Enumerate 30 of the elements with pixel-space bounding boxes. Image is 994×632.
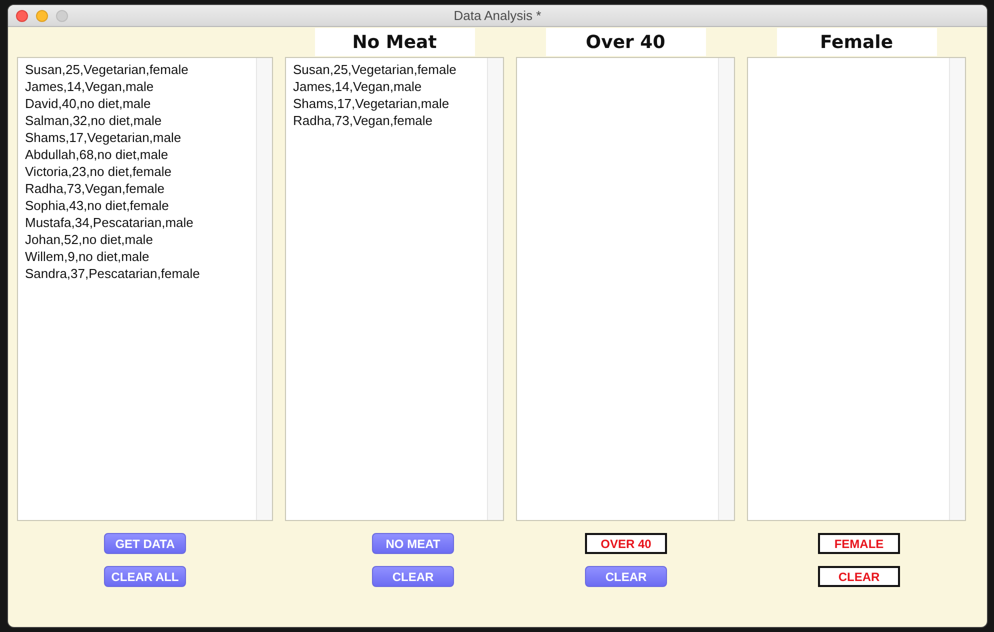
scrollbar-track[interactable]	[718, 58, 734, 520]
scrollbar-track[interactable]	[487, 58, 503, 520]
list-item[interactable]: James,14,Vegan,male	[25, 78, 256, 95]
list-item[interactable]: Willem,9,no diet,male	[25, 248, 256, 265]
list-item[interactable]: Sophia,43,no diet,female	[25, 197, 256, 214]
list-item[interactable]: Sandra,37,Pescatarian,female	[25, 265, 256, 282]
list-item[interactable]: Abdullah,68,no diet,male	[25, 146, 256, 163]
list-item[interactable]: Shams,17,Vegetarian,male	[25, 129, 256, 146]
list-item[interactable]: Susan,25,Vegetarian,female	[293, 61, 487, 78]
scrollbar-track[interactable]	[949, 58, 965, 520]
list-item[interactable]: Johan,52,no diet,male	[25, 231, 256, 248]
outlined-button[interactable]: FEMALE	[818, 533, 900, 554]
list-item[interactable]: Susan,25,Vegetarian,female	[25, 61, 256, 78]
column-heading: Female	[776, 28, 936, 56]
close-icon[interactable]	[16, 10, 28, 22]
column-heading: Over 40	[546, 28, 706, 56]
scrollbar-track[interactable]	[256, 58, 272, 520]
list-item[interactable]: David,40,no diet,male	[25, 95, 256, 112]
list-item[interactable]: Radha,73,Vegan,female	[25, 180, 256, 197]
list-item[interactable]: Mustafa,34,Pescatarian,male	[25, 214, 256, 231]
outlined-button[interactable]: OVER 40	[585, 533, 667, 554]
list-item[interactable]: Victoria,23,no diet,female	[25, 163, 256, 180]
outlined-button[interactable]: CLEAR	[818, 566, 900, 587]
list-item[interactable]: James,14,Vegan,male	[293, 78, 487, 95]
column-heading: No Meat	[314, 28, 474, 56]
list-item[interactable]: Radha,73,Vegan,female	[293, 112, 487, 129]
window-title: Data Analysis *	[454, 8, 542, 23]
list-item[interactable]: Salman,32,no diet,male	[25, 112, 256, 129]
list-item[interactable]: Shams,17,Vegetarian,male	[293, 95, 487, 112]
minimize-icon[interactable]	[36, 10, 48, 22]
